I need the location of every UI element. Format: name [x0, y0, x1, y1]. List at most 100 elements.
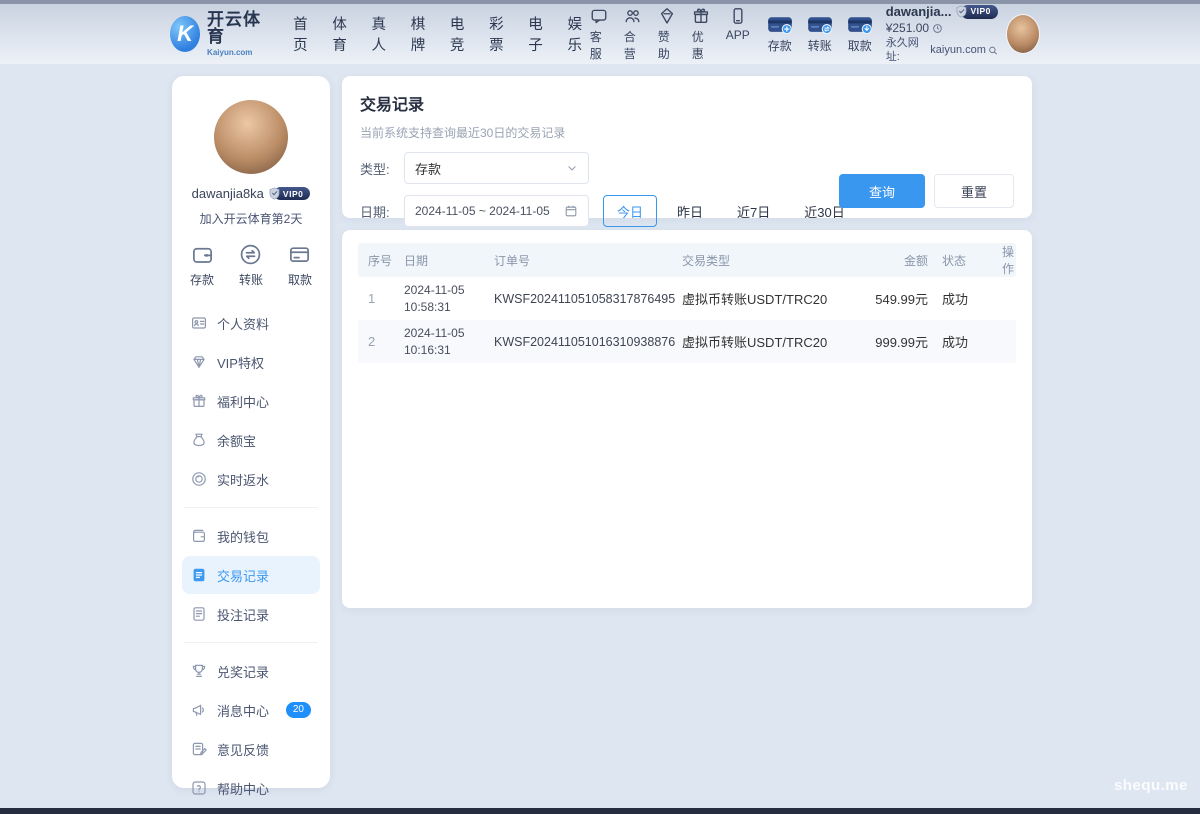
brand-name: 开云体育 [207, 11, 267, 45]
header-action-people[interactable]: 合营 [624, 7, 642, 62]
people-icon [624, 7, 642, 25]
quick-action-transfer[interactable]: 转账 [239, 243, 263, 288]
sidebar-item-prize[interactable]: 兑奖记录 [182, 652, 320, 690]
site-url: kaiyun.com [930, 44, 986, 58]
sidebar-item-label: 帮助中心 [217, 779, 269, 798]
user-balance: ¥251.00 [886, 21, 929, 36]
phone-icon [729, 7, 747, 25]
header-action-chat[interactable]: 客服 [590, 7, 608, 62]
menu-divider [184, 507, 318, 508]
vip-shield-icon [955, 5, 968, 18]
quick-action-withdraw[interactable]: 取款 [288, 243, 312, 288]
header-deposit-card[interactable]: 存款 [766, 15, 794, 54]
sidebar-item-betnote[interactable]: 投注记录 [182, 595, 320, 633]
range-button[interactable]: 今日 [603, 195, 657, 227]
sidebar-item-label: 兑奖记录 [217, 662, 269, 681]
range-button[interactable]: 近7日 [723, 195, 784, 227]
cell-transaction-type: 虚拟币转账USDT/TRC20 [682, 289, 854, 308]
column-header: 交易类型 [682, 252, 854, 269]
user-avatar[interactable] [1006, 14, 1040, 54]
header-transfer-card[interactable]: 转账 [806, 15, 834, 54]
header-action-label: 优惠 [692, 28, 710, 62]
megaphone-icon [191, 702, 207, 718]
column-header: 订单号 [494, 252, 682, 269]
betnote-icon [191, 606, 207, 622]
moneybag-icon [191, 432, 207, 448]
type-select[interactable]: 存款 [404, 152, 589, 184]
quick-action-wallet[interactable]: 存款 [190, 243, 214, 288]
profile-username: dawanjia8ka [192, 186, 264, 201]
type-select-value: 存款 [415, 159, 441, 178]
welfare-icon [191, 393, 207, 409]
sidebar-item-label: 意见反馈 [217, 740, 269, 759]
sidebar-item-moneybag[interactable]: 余额宝 [182, 421, 320, 459]
search-icon[interactable] [988, 45, 998, 56]
search-button[interactable]: 查询 [839, 174, 925, 208]
sidebar-item-label: 余额宝 [217, 431, 256, 450]
quick-action-label: 转账 [239, 271, 263, 288]
gift-icon [692, 7, 710, 25]
header-action-phone[interactable]: APP [726, 7, 750, 62]
sidebar-item-megaphone[interactable]: 消息中心20 [182, 691, 320, 729]
header-card-label: 取款 [848, 37, 872, 54]
brand-logo[interactable]: K 开云体育 Kaiyun.com [170, 11, 267, 57]
date-range-value: 2024-11-05 ~ 2024-11-05 [415, 204, 550, 218]
cell-amount: 999.99元 [854, 332, 942, 351]
nav-item-1[interactable]: 体育 [332, 13, 354, 55]
sidebar-item-welfare[interactable]: 福利中心 [182, 382, 320, 420]
table-body: 12024-11-0510:58:31KWSF20241105105831787… [358, 277, 1016, 363]
nav-item-4[interactable]: 电竞 [450, 13, 472, 55]
sidebar-item-label: 福利中心 [217, 392, 269, 411]
sidebar-item-label: 个人资料 [217, 314, 269, 333]
sidebar-item-label: 投注记录 [217, 605, 269, 624]
nav-item-3[interactable]: 棋牌 [411, 13, 433, 55]
nav-item-7[interactable]: 娱乐 [567, 13, 589, 55]
header-withdraw-card[interactable]: 取款 [846, 15, 874, 54]
table-row[interactable]: 22024-11-0510:16:31KWSF20241105101631093… [358, 320, 1016, 363]
chevron-down-icon [566, 162, 578, 174]
nav-item-5[interactable]: 彩票 [489, 13, 511, 55]
nav-item-6[interactable]: 电子 [528, 13, 550, 55]
quick-action-label: 存款 [190, 271, 214, 288]
watermark: shequ.me [1114, 777, 1188, 794]
cell-status: 成功 [942, 289, 1002, 308]
sidebar-item-receipt[interactable]: 交易记录 [182, 556, 320, 594]
nav-item-2[interactable]: 真人 [372, 13, 394, 55]
mywallet-icon [191, 528, 207, 544]
unread-count-badge: 20 [286, 702, 311, 718]
cell-status: 成功 [942, 332, 1002, 351]
refresh-balance-icon[interactable] [932, 23, 943, 34]
withdraw-card-icon [846, 15, 874, 35]
quick-action-label: 取款 [288, 271, 312, 288]
header-action-sponsor[interactable]: 赞助 [658, 7, 676, 62]
sidebar-quick-actions: 存款 转账 取款 [182, 243, 320, 288]
header-user-block[interactable]: dawanjia... VIP0 ¥251.00 永久网址: kaiyun.co… [886, 4, 998, 65]
header-action-label: 合营 [624, 28, 642, 62]
transfer-icon [239, 243, 262, 266]
sidebar-item-idcard[interactable]: 个人资料 [182, 304, 320, 342]
header-action-gift[interactable]: 优惠 [692, 7, 710, 62]
brand-domain: Kaiyun.com [207, 48, 267, 57]
date-quick-ranges: 今日昨日近7日近30日 [603, 195, 859, 227]
header-action-label: APP [726, 28, 750, 42]
nav-item-0[interactable]: 首页 [293, 13, 315, 55]
sidebar-item-help[interactable]: 帮助中心 [182, 769, 320, 807]
chat-icon [590, 7, 608, 25]
header-card-label: 存款 [768, 37, 792, 54]
profile-avatar[interactable] [214, 100, 288, 174]
sidebar-item-mywallet[interactable]: 我的钱包 [182, 517, 320, 555]
records-table-card: 序号日期订单号交易类型金额状态操作 12024-11-0510:58:31KWS… [342, 230, 1032, 608]
sidebar-item-feedback[interactable]: 意见反馈 [182, 730, 320, 768]
table-row[interactable]: 12024-11-0510:58:31KWSF20241105105831787… [358, 277, 1016, 320]
reset-button[interactable]: 重置 [934, 174, 1014, 208]
cell-index: 1 [368, 291, 404, 306]
column-header: 日期 [404, 252, 494, 269]
cell-order-number: KWSF202411051058317876495 [494, 292, 682, 306]
sidebar-item-vip[interactable]: VIP特权 [182, 343, 320, 381]
sidebar-item-rebate[interactable]: 实时返水 [182, 460, 320, 498]
range-button[interactable]: 昨日 [663, 195, 717, 227]
sidebar-item-label: 我的钱包 [217, 527, 269, 546]
wallet-icon [191, 243, 214, 266]
date-range-input[interactable]: 2024-11-05 ~ 2024-11-05 [404, 195, 589, 227]
date-label: 日期: [360, 202, 404, 221]
